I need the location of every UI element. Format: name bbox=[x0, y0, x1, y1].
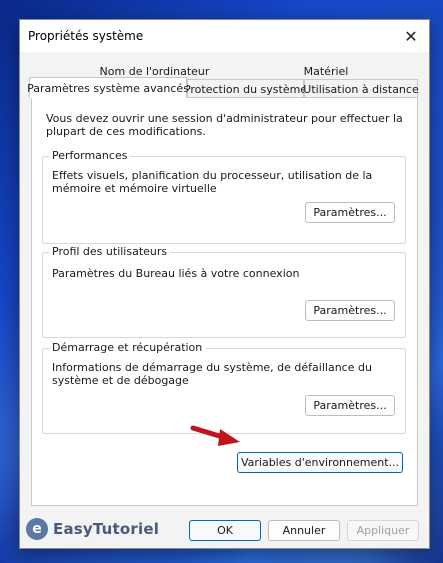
tab-label: Nom de l'ordinateur bbox=[99, 64, 210, 78]
easytutoriel-logo-icon: e bbox=[26, 518, 48, 540]
button-label: Paramètres... bbox=[313, 304, 387, 317]
button-label: Paramètres... bbox=[313, 399, 387, 412]
button-label: Variables d'environnement... bbox=[240, 456, 400, 469]
apply-button[interactable]: Appliquer bbox=[347, 520, 419, 541]
button-label: OK bbox=[217, 524, 233, 537]
ok-button[interactable]: OK bbox=[189, 520, 261, 541]
button-label: Annuler bbox=[282, 524, 326, 537]
button-label: Appliquer bbox=[356, 524, 410, 537]
group-description: Paramètres du Bureau liés à votre connex… bbox=[52, 267, 300, 280]
group-title: Performances bbox=[49, 149, 131, 162]
admin-notice: Vous devez ouvrir une session d'administ… bbox=[46, 112, 403, 138]
performance-settings-button[interactable]: Paramètres... bbox=[305, 202, 395, 223]
easytutoriel-watermark: e EasyTutoriel bbox=[26, 518, 159, 540]
user-profiles-settings-button[interactable]: Paramètres... bbox=[305, 300, 395, 321]
performance-group: Performances Effets visuels, planificati… bbox=[42, 149, 406, 244]
tab-label: Protection du système bbox=[183, 82, 308, 96]
tab-system-protection[interactable]: Protection du système bbox=[183, 79, 308, 98]
tab-label: Matériel bbox=[303, 64, 349, 78]
button-label: Paramètres... bbox=[313, 206, 387, 219]
group-title: Démarrage et récupération bbox=[49, 341, 206, 354]
tab-remote[interactable]: Utilisation à distance bbox=[303, 79, 419, 98]
window-title: Propriétés système bbox=[28, 29, 144, 43]
group-description: Informations de démarrage du système, de… bbox=[52, 361, 372, 387]
system-properties-dialog: Propriétés système ✕ Nom de l'ordinateur… bbox=[19, 19, 430, 549]
startup-recovery-settings-button[interactable]: Paramètres... bbox=[305, 395, 395, 416]
tab-label: Paramètres système avancés bbox=[27, 81, 189, 95]
close-icon: ✕ bbox=[404, 26, 418, 46]
environment-variables-button[interactable]: Variables d'environnement... bbox=[237, 452, 403, 473]
tab-advanced-system-settings[interactable]: Paramètres système avancés bbox=[27, 77, 189, 98]
user-profiles-group: Profil des utilisateurs Paramètres du Bu… bbox=[42, 245, 406, 338]
tab-hardware[interactable]: Matériel bbox=[232, 61, 420, 80]
group-title: Profil des utilisateurs bbox=[49, 245, 171, 258]
red-arrow-icon bbox=[190, 425, 240, 446]
title-bar: Propriétés système ✕ bbox=[20, 20, 429, 52]
cancel-button[interactable]: Annuler bbox=[268, 520, 340, 541]
group-description: Effets visuels, planification du process… bbox=[52, 169, 373, 195]
watermark-text: EasyTutoriel bbox=[53, 520, 160, 538]
tab-label: Utilisation à distance bbox=[303, 82, 419, 96]
close-button[interactable]: ✕ bbox=[393, 20, 429, 52]
